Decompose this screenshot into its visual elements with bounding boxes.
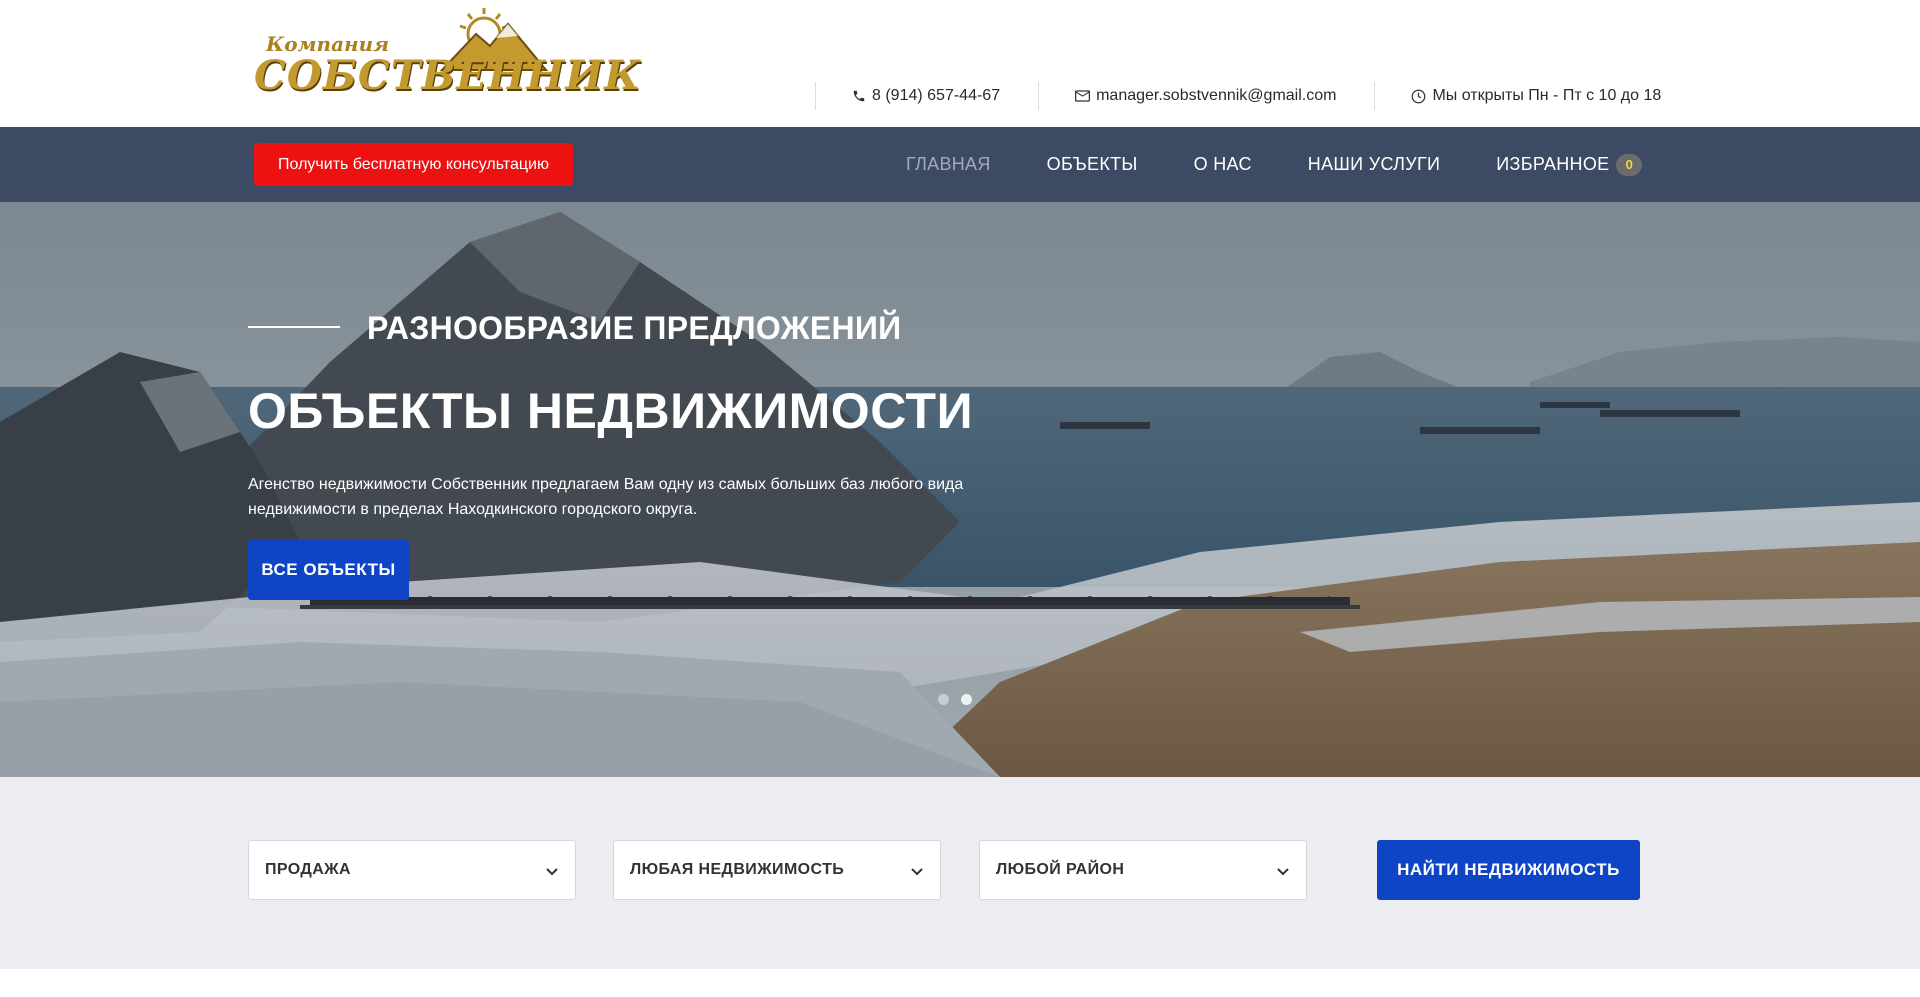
main-navbar: Получить бесплатную консультацию ГЛАВНАЯ… [0, 127, 1920, 202]
contact-email[interactable]: manager.sobstvennik@gmail.com [1038, 82, 1374, 110]
slider-dot-2[interactable] [961, 694, 972, 705]
phone-number: 8 (914) 657-44-67 [872, 87, 1001, 104]
hero-divider-line [248, 326, 340, 328]
nav-item-home[interactable]: ГЛАВНАЯ [906, 154, 991, 175]
favorites-count-badge: 0 [1616, 153, 1643, 176]
property-type-value: ЛЮБАЯ НЕДВИЖИМОСТЬ [630, 861, 845, 878]
find-property-button[interactable]: НАЙТИ НЕДВИЖИМОСТЬ [1377, 840, 1640, 900]
hero-slider: РАЗНООБРАЗИЕ ПРЕДЛОЖЕНИЙ ОБЪЕКТЫ НЕДВИЖИ… [0, 202, 1920, 777]
hero-description: Агенство недвижимости Собственник предла… [248, 476, 964, 518]
chevron-down-icon [1277, 868, 1289, 876]
phone-icon [853, 90, 865, 102]
free-consultation-button[interactable]: Получить бесплатную консультацию [254, 143, 573, 186]
clock-icon [1412, 89, 1426, 103]
nav-item-services[interactable]: НАШИ УСЛУГИ [1308, 154, 1441, 175]
deal-type-value: ПРОДАЖА [265, 861, 351, 878]
hero-subtitle: РАЗНООБРАЗИЕ ПРЕДЛОЖЕНИЙ [367, 310, 902, 346]
deal-type-select[interactable]: ПРОДАЖА [248, 840, 576, 900]
mail-icon [1075, 90, 1091, 102]
email-address: manager.sobstvennik@gmail.com [1096, 87, 1337, 104]
logo-big-text: СОБСТВЕННИК [254, 52, 642, 99]
chevron-down-icon [911, 868, 923, 876]
slider-dot-1[interactable] [938, 694, 949, 705]
slider-dots [938, 694, 984, 705]
chevron-down-icon [546, 868, 558, 876]
contact-hours: Мы открыты Пн - Пт с 10 до 18 [1374, 82, 1699, 110]
hero-title: ОБЪЕКТЫ НЕДВИЖИМОСТИ [248, 383, 974, 439]
main-menu: ГЛАВНАЯ ОБЪЕКТЫ О НАС НАШИ УСЛУГИ ИЗБРАН… [906, 127, 1643, 202]
district-value: ЛЮБОЙ РАЙОН [996, 861, 1125, 878]
property-type-select[interactable]: ЛЮБАЯ НЕДВИЖИМОСТЬ [613, 840, 941, 900]
site-header: Компания СОБСТВЕННИК 8 (914) 657-44-67 m… [0, 0, 1920, 127]
property-search-panel: ПРОДАЖА ЛЮБАЯ НЕДВИЖИМОСТЬ ЛЮБОЙ РАЙОН Н… [0, 777, 1920, 969]
district-select[interactable]: ЛЮБОЙ РАЙОН [979, 840, 1307, 900]
nav-item-favorites[interactable]: ИЗБРАННОЕ 0 [1496, 153, 1643, 176]
opening-hours: Мы открыты Пн - Пт с 10 до 18 [1432, 87, 1662, 104]
company-logo[interactable]: Компания СОБСТВЕННИК [252, 4, 641, 100]
nav-item-about[interactable]: О НАС [1194, 154, 1252, 175]
contacts-bar: 8 (914) 657-44-67 manager.sobstvennik@gm… [815, 82, 1699, 110]
all-objects-button[interactable]: ВСЕ ОБЪЕКТЫ [248, 540, 409, 600]
nav-item-favorites-label: ИЗБРАННОЕ [1496, 154, 1610, 174]
contact-phone[interactable]: 8 (914) 657-44-67 [815, 82, 1038, 110]
nav-item-objects[interactable]: ОБЪЕКТЫ [1047, 154, 1138, 175]
